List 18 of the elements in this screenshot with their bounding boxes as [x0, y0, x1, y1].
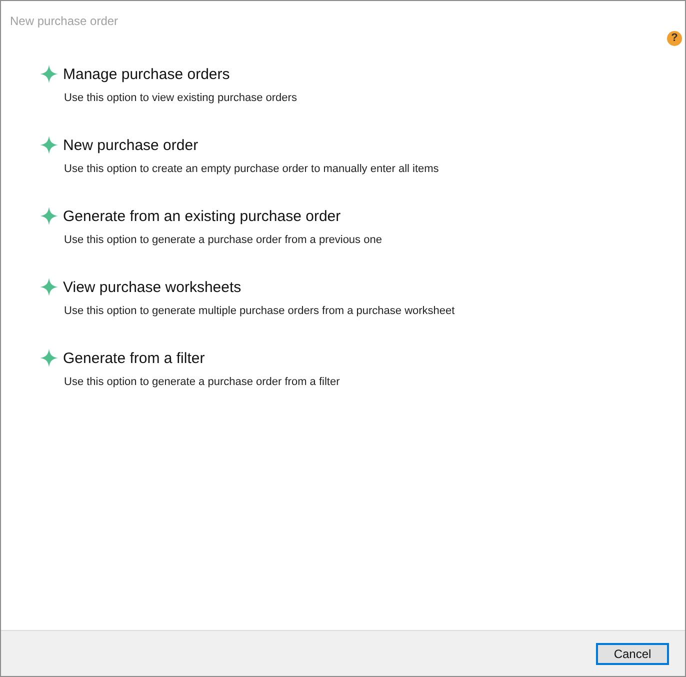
window-title: New purchase order — [10, 14, 118, 28]
option-description: Use this option to generate a purchase order from a previous one — [63, 235, 383, 246]
option-link[interactable]: Generate from a filter — [63, 350, 205, 366]
option-link[interactable]: New purchase order — [63, 138, 198, 152]
option-link[interactable]: View purchase worksheets — [63, 280, 242, 294]
option-description: Use this option to generate a purchase order from a filter — [63, 377, 341, 388]
help-button[interactable]: ? — [667, 31, 682, 46]
option-description: Use this option to generate multiple purchase orders from a purchase worksheet — [63, 306, 456, 317]
option-description: Use this option to create an empty purchase order to manually enter all items — [63, 164, 440, 175]
option-link[interactable]: Generate from an existing purchase order — [63, 208, 341, 224]
option-link[interactable]: Manage purchase orders — [63, 66, 230, 82]
cancel-button[interactable]: Cancel — [596, 642, 669, 664]
star-icon — [40, 278, 58, 296]
star-icon — [40, 349, 58, 367]
star-icon — [40, 65, 58, 83]
star-icon — [40, 136, 58, 154]
option-description: Use this option to view existing purchase orders — [63, 93, 298, 104]
star-icon — [40, 207, 58, 225]
